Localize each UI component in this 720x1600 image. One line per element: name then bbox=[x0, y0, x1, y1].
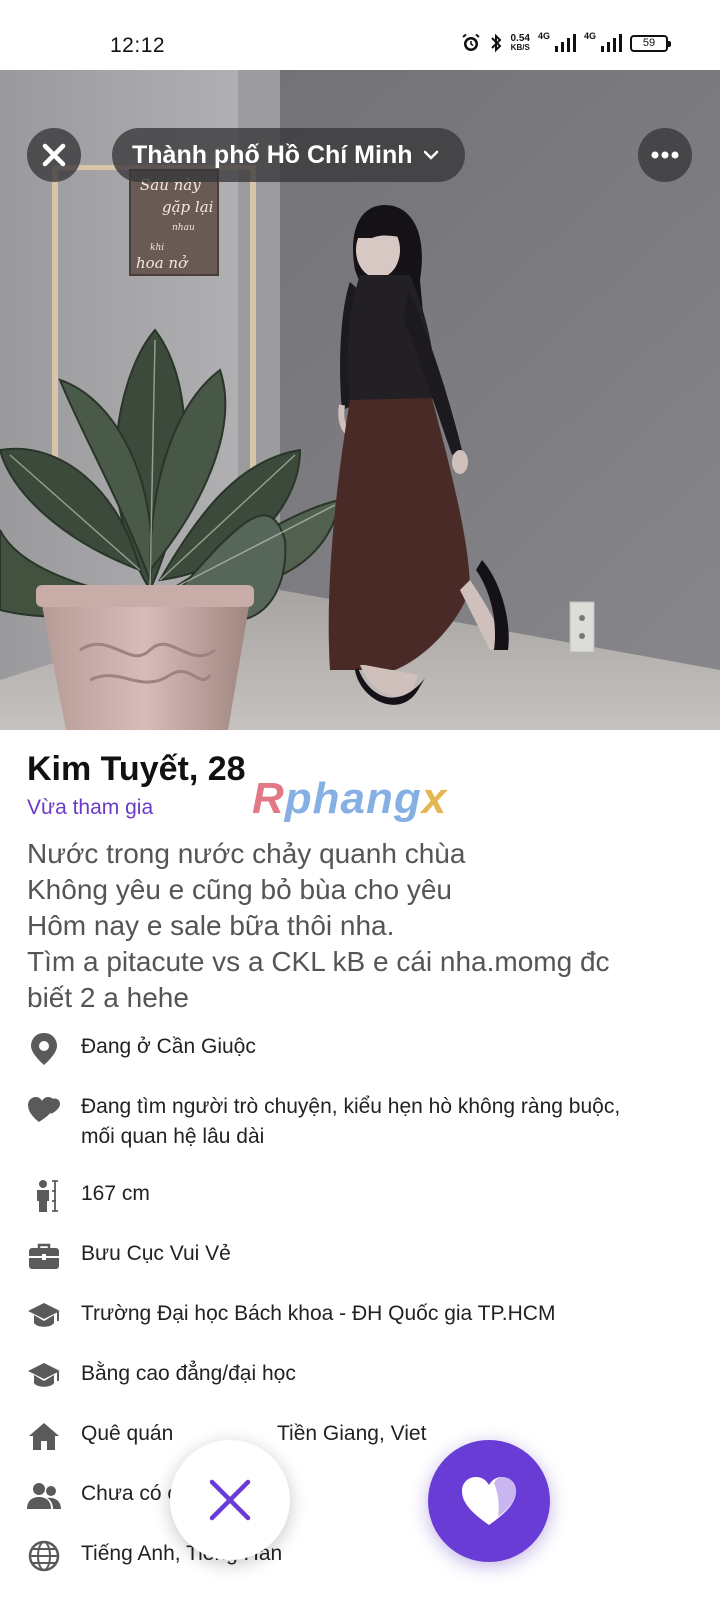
bluetooth-icon bbox=[489, 33, 503, 53]
status-bar: 12:12 0.54 KB/S 4G 4G 59 bbox=[0, 0, 720, 70]
joined-status: Vừa tham gia bbox=[27, 796, 154, 819]
hearts-icon bbox=[27, 1092, 61, 1126]
status-icons: 0.54 KB/S 4G 4G 59 bbox=[461, 31, 671, 53]
close-icon bbox=[42, 143, 66, 167]
detail-school-text: Trường Đại học Bách khoa - ĐH Quốc gia T… bbox=[81, 1302, 556, 1325]
detail-looking-for-line-1: Đang tìm người trò chuyện, kiểu hẹn hò k… bbox=[81, 1095, 621, 1118]
bio-line: Không yêu e cũng bỏ bùa cho yêu bbox=[27, 874, 453, 905]
people-icon bbox=[27, 1479, 61, 1513]
net-speed-value: 0.54 bbox=[510, 33, 530, 44]
detail-location-text: Đang ở Cần Giuộc bbox=[81, 1035, 256, 1058]
detail-children: Chưa có c bbox=[27, 1479, 178, 1513]
briefcase-icon bbox=[27, 1239, 61, 1273]
bio-line: biết 2 a hehe bbox=[27, 982, 189, 1013]
signal-icon bbox=[600, 34, 622, 52]
bio-line: Tìm a pitacute vs a CKL kB e cái nha.mom… bbox=[27, 946, 610, 977]
close-button[interactable] bbox=[27, 128, 81, 182]
location-label: Thành phố Hồ Chí Minh bbox=[132, 140, 413, 169]
detail-height: 167 cm bbox=[27, 1179, 150, 1213]
detail-hometown-text-right: Tiền Giang, Viet bbox=[277, 1422, 427, 1445]
net-speed: 0.54 KB/S bbox=[510, 33, 530, 53]
detail-school: Trường Đại học Bách khoa - ĐH Quốc gia T… bbox=[27, 1299, 555, 1333]
signal-icon bbox=[554, 34, 576, 52]
profile-photo[interactable]: Sau này gặp lại nhau khi hoa nở Thành ph… bbox=[0, 70, 720, 730]
detail-looking-for: Đang tìm người trò chuyện, kiểu hẹn hò k… bbox=[27, 1092, 620, 1152]
detail-children-text: Chưa có c bbox=[81, 1482, 178, 1505]
sign-text-5: hoa nở bbox=[136, 254, 189, 272]
graduation-cap-icon bbox=[27, 1299, 61, 1333]
status-time: 12:12 bbox=[110, 34, 166, 57]
sign-text-2: gặp lại bbox=[162, 198, 214, 216]
battery-icon: 59 bbox=[630, 34, 671, 52]
profile-name-age: Kim Tuyết, 28 bbox=[27, 750, 246, 788]
net-type-2: 4G bbox=[583, 31, 596, 41]
location-selector[interactable]: Thành phố Hồ Chí Minh bbox=[112, 128, 465, 182]
location-pin-icon bbox=[27, 1032, 61, 1066]
detail-work-text: Bưu Cục Vui Vẻ bbox=[81, 1242, 231, 1265]
dislike-button[interactable] bbox=[170, 1440, 290, 1560]
battery-level: 59 bbox=[642, 37, 656, 49]
height-icon bbox=[27, 1179, 61, 1213]
chevron-down-icon bbox=[423, 150, 438, 160]
net-type-1: 4G bbox=[537, 31, 550, 41]
detail-location: Đang ở Cần Giuộc bbox=[27, 1032, 256, 1066]
like-button[interactable] bbox=[428, 1440, 550, 1562]
home-icon bbox=[27, 1419, 61, 1453]
detail-looking-for-line-2: mối quan hệ lâu dài bbox=[81, 1125, 265, 1148]
heart-icon bbox=[462, 1477, 516, 1525]
watermark-logo: Rphangx bbox=[252, 774, 448, 823]
sign-text-4: khi bbox=[150, 243, 164, 253]
more-options-icon bbox=[651, 151, 679, 159]
detail-education: Bằng cao đẳng/đại học bbox=[27, 1359, 296, 1393]
detail-looking-for-text: Đang tìm người trò chuyện, kiểu hẹn hò k… bbox=[81, 1092, 620, 1152]
graduation-cap-icon bbox=[27, 1359, 61, 1393]
profile-bio: Nước trong nước chảy quanh chùa Không yê… bbox=[27, 836, 707, 1016]
detail-work: Bưu Cục Vui Vẻ bbox=[27, 1239, 231, 1273]
alarm-icon bbox=[461, 33, 481, 53]
more-options-button[interactable] bbox=[638, 128, 692, 182]
bio-line: Hôm nay e sale bữa thôi nha. bbox=[27, 910, 395, 941]
globe-icon bbox=[27, 1539, 61, 1573]
detail-hometown-text: Quê quán bbox=[81, 1422, 174, 1445]
detail-education-text: Bằng cao đẳng/đại học bbox=[81, 1362, 296, 1385]
sign-text-3: nhau bbox=[172, 223, 195, 233]
bio-line: Nước trong nước chảy quanh chùa bbox=[27, 838, 466, 869]
detail-height-text: 167 cm bbox=[81, 1182, 150, 1205]
x-icon bbox=[209, 1479, 251, 1521]
net-speed-unit: KB/S bbox=[510, 43, 530, 52]
